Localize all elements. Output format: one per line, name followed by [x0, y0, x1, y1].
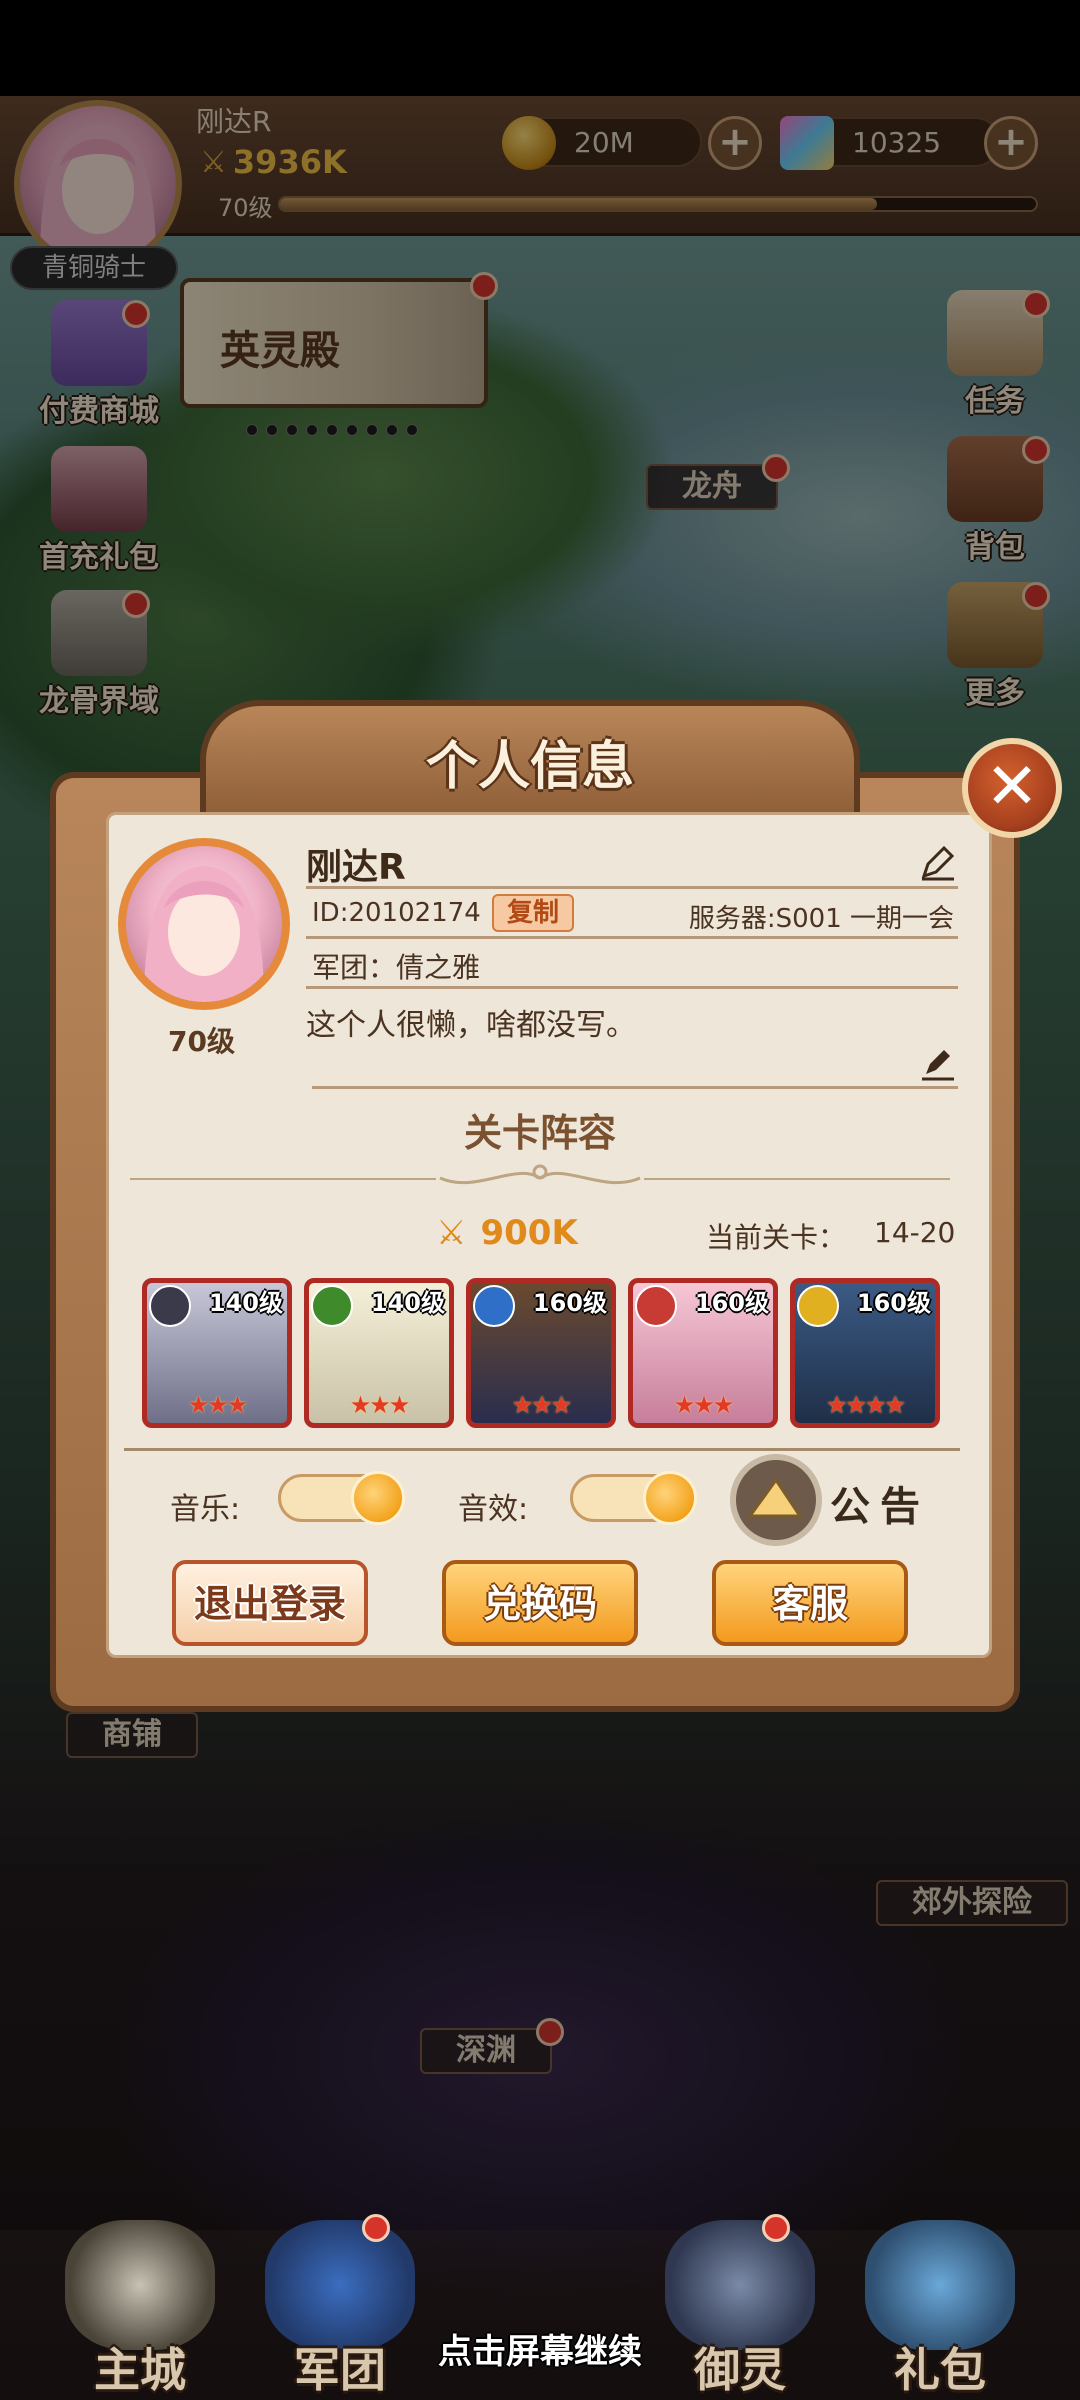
- red-dot-icon: [362, 2214, 390, 2242]
- profile-server: 服务器:S001 一期一会: [688, 904, 954, 934]
- hero-card[interactable]: 140级 ★★★: [304, 1278, 454, 1428]
- divider: [306, 886, 958, 889]
- element-dark-icon: [149, 1285, 191, 1327]
- notice-label: 公告: [830, 1484, 930, 1530]
- nav-legion[interactable]: 军团: [250, 2214, 430, 2400]
- divider: [306, 986, 958, 989]
- profile-id: ID:20102174: [312, 898, 481, 928]
- sfx-toggle[interactable]: [570, 1471, 697, 1525]
- hero-level: 140级: [370, 1289, 445, 1317]
- profile-level: 70级: [168, 1025, 235, 1058]
- avatar-portrait-icon: [144, 866, 264, 1002]
- music-toggle[interactable]: [278, 1471, 405, 1525]
- profile-avatar[interactable]: [118, 838, 290, 1010]
- divider: [306, 936, 958, 939]
- element-light-icon: [797, 1285, 839, 1327]
- element-fire-icon: [635, 1285, 677, 1327]
- modal-title: 个人信息: [425, 737, 634, 797]
- divider: [312, 1086, 958, 1089]
- ornament-line-left: [130, 1178, 436, 1180]
- sfx-label: 音效:: [458, 1492, 529, 1527]
- lineup-title: 关卡阵容: [463, 1111, 616, 1155]
- profile-guild: 军团：倩之雅: [312, 951, 481, 984]
- crossed-swords-icon: ⚔: [436, 1213, 467, 1253]
- hero-card[interactable]: 160级 ★★★: [466, 1278, 616, 1428]
- hero-stars: ★★★: [187, 1391, 249, 1419]
- nav-spirit[interactable]: 御灵: [650, 2214, 830, 2400]
- hero-level: 140级: [208, 1289, 283, 1317]
- notice-button[interactable]: [730, 1454, 822, 1546]
- close-button[interactable]: ✕: [962, 738, 1062, 838]
- hero-card[interactable]: 160级 ★★★: [628, 1278, 778, 1428]
- toggle-knob: [351, 1471, 405, 1525]
- profile-name: 刚达R: [306, 847, 406, 888]
- profile-signature: 这个人很懒，啥都没写。: [306, 1008, 636, 1043]
- tap-to-continue-hint: 点击屏幕继续: [438, 2332, 642, 2372]
- hero-level: 160级: [694, 1289, 769, 1317]
- lineup-power: ⚔ 900K: [436, 1210, 578, 1256]
- hero-stars: ★★★★: [825, 1391, 906, 1419]
- toggle-knob: [643, 1471, 697, 1525]
- hero-stars: ★★★: [673, 1391, 735, 1419]
- redeem-code-button[interactable]: 兑换码: [442, 1560, 638, 1646]
- status-bar: [0, 0, 1080, 96]
- stage-label: 当前关卡：: [706, 1221, 847, 1254]
- customer-service-button[interactable]: 客服: [712, 1560, 908, 1646]
- element-wind-icon: [311, 1285, 353, 1327]
- ornament-icon: [439, 1164, 641, 1185]
- hero-level: 160级: [856, 1289, 931, 1317]
- red-dot-icon: [762, 2214, 790, 2242]
- copy-id-button[interactable]: 复制: [492, 894, 574, 932]
- hero-card[interactable]: 160级 ★★★★: [790, 1278, 940, 1428]
- hero-stars: ★★★: [349, 1391, 411, 1419]
- edit-name-icon[interactable]: [918, 842, 958, 882]
- divider: [124, 1448, 960, 1451]
- ornament-line-right: [644, 1178, 950, 1180]
- megaphone-icon: [747, 1477, 803, 1518]
- logout-button[interactable]: 退出登录: [172, 1560, 368, 1646]
- lineup-power-value: 900K: [480, 1213, 578, 1253]
- edit-signature-icon[interactable]: [918, 1042, 958, 1082]
- nav-main-city[interactable]: 主城: [50, 2220, 230, 2400]
- hero-level: 160级: [532, 1289, 607, 1317]
- element-water-icon: [473, 1285, 515, 1327]
- music-label: 音乐:: [170, 1492, 241, 1527]
- hero-stars: ★★★: [511, 1391, 573, 1419]
- hero-card[interactable]: 140级 ★★★: [142, 1278, 292, 1428]
- nav-gift[interactable]: 礼包: [850, 2220, 1030, 2400]
- stage-value: 14-20: [874, 1216, 956, 1249]
